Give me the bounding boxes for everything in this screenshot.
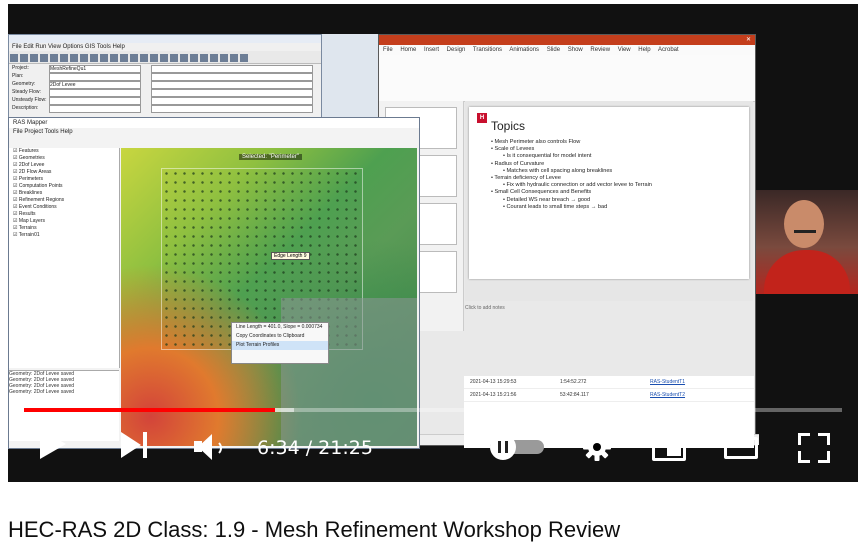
layer-item: ☑ Geometries xyxy=(13,155,45,161)
notes-placeholder: Click to add notes xyxy=(465,305,505,311)
project-field-row: Project: MeshRefineQu1 xyxy=(9,64,321,73)
ras-mapper-window: RAS Mapper File Project Tools Help ☑ Fea… xyxy=(8,117,420,449)
layer-item: ☑ Results xyxy=(13,211,36,217)
project-field-label: Geometry: xyxy=(12,81,36,87)
volume-icon xyxy=(212,440,222,456)
project-field-path xyxy=(151,105,313,113)
played-bar xyxy=(24,408,276,412)
miniplayer-button[interactable] xyxy=(652,435,686,461)
brand-logo-icon: H xyxy=(477,113,487,123)
project-field-row: Steady Flow: xyxy=(9,88,321,97)
progress-bar[interactable] xyxy=(24,408,842,412)
slide-bullet: • Is it consequential for model intent xyxy=(503,153,592,160)
map-tooltip: Edge Length 9 xyxy=(271,252,310,260)
table-cell: 1:54:52.272 xyxy=(560,379,587,385)
table-link: RAS-StudentT2 xyxy=(650,392,686,398)
slide-bullet: • Fix with hydraulic connection or add v… xyxy=(503,182,652,189)
project-field-row: Geometry: 2Dof Levee xyxy=(9,80,321,89)
time-display: 6:34 / 21:25 xyxy=(257,437,373,459)
slide-bullets: • Mesh Perimeter also controls Flow • Sca… xyxy=(491,139,652,211)
hec-ras-project-fields: Project: MeshRefineQu1 Plan: Geometry: 2Dof … xyxy=(9,64,321,113)
slide-stage: H Topics • Mesh Perimeter also controls … xyxy=(465,101,753,301)
slide-bullet: • Scale of Levees xyxy=(491,146,535,153)
close-icon: ✕ xyxy=(745,37,751,43)
video-title[interactable]: HEC-RAS 2D Class: 1.9 - Mesh Refinement … xyxy=(8,517,620,543)
table-link: RAS-StudentT1 xyxy=(650,379,686,385)
theater-mode-button[interactable] xyxy=(724,437,758,459)
settings-button[interactable] xyxy=(582,432,612,462)
context-menu-item: Copy Coordinates to Clipboard xyxy=(236,333,305,339)
next-icon xyxy=(121,432,141,458)
project-field-label: Project: xyxy=(12,65,29,71)
hec-ras-menu: File Edit Run View Options GIS Tools Hel… xyxy=(12,44,125,50)
project-field-label: Description: xyxy=(12,105,39,111)
powerpoint-ribbon-tabs: File Home Insert Design Transitions Anim… xyxy=(379,45,755,55)
layer-item: ☑ Perimeters xyxy=(13,176,44,182)
project-field-row: Description: xyxy=(9,104,321,113)
slide-bullet: • Small Cell Consequences and Benefits xyxy=(491,189,592,196)
table-row: 2021-04-13 15:29:53 1:54:52.272 RAS-Studen… xyxy=(464,376,754,389)
autoplay-toggle[interactable] xyxy=(490,434,544,460)
video-player[interactable]: ✕ File Home Insert Design Transitions An… xyxy=(8,4,858,482)
context-menu-item: Line Length = 401.0, Slope = 0.000734 xyxy=(236,324,323,330)
ras-mapper-menu: File Project Tools Help xyxy=(13,129,73,135)
slide-bullet: • Radius of Curvature xyxy=(491,160,545,167)
table-cell: 2021-04-13 15:29:53 xyxy=(470,379,517,385)
gear-icon xyxy=(583,433,611,461)
project-field-row: Unsteady Flow: xyxy=(9,96,321,105)
refinement-region xyxy=(281,298,417,446)
slide-bullet: • Matches with cell spacing along breakl… xyxy=(503,167,613,174)
project-field-label: Steady Flow: xyxy=(12,89,41,95)
powerpoint-titlebar: ✕ xyxy=(379,35,755,45)
presenter-webcam xyxy=(756,190,858,294)
layer-item: ☑ Breaklines xyxy=(13,190,43,196)
layer-tree: ☑ Features ☑ Geometries ☑ 2Dof Levee ☑ 2D F… xyxy=(9,148,120,368)
hec-ras-titlebar xyxy=(9,35,321,43)
slide: H Topics • Mesh Perimeter also controls … xyxy=(469,107,749,279)
volume-button[interactable] xyxy=(194,433,228,461)
layer-item: ☑ Features xyxy=(13,148,39,154)
hec-ras-toolbar xyxy=(9,51,321,64)
slide-bullet: • Terrain deficiency of Levee xyxy=(491,175,561,182)
selected-feature-label: Selected: "Perimeter" xyxy=(239,154,302,160)
screen-share-desktop: ✕ File Home Insert Design Transitions An… xyxy=(8,34,759,449)
layer-item: ☑ 2D Flow Areas xyxy=(13,169,52,175)
layer-item: ☑ Terrains xyxy=(13,225,37,231)
layer-item: ☑ Computation Points xyxy=(13,183,63,189)
context-menu-item: Plot Terrain Profiles xyxy=(232,341,328,350)
layer-item: ☑ Map Layers xyxy=(13,218,45,224)
table-cell: 2021-04-13 15:21:56 xyxy=(470,392,517,398)
map-context-menu: Line Length = 401.0, Slope = 0.000734 Cop… xyxy=(231,322,329,364)
layer-item: ☑ 2Dof Levee xyxy=(13,162,45,168)
powerpoint-ribbon xyxy=(379,55,755,102)
slide-bullet: • Mesh Perimeter also controls Flow xyxy=(491,139,581,145)
fullscreen-button[interactable] xyxy=(798,433,830,463)
layer-item: ☑ Event Conditions xyxy=(13,204,57,210)
slide-bullet: • Courant leads to small time steps → ba… xyxy=(503,203,608,210)
slide-title: Topics xyxy=(491,119,526,133)
next-button[interactable] xyxy=(121,432,151,460)
table-row: 2021-04-13 15:21:56 53:42:84.117 RAS-Stude… xyxy=(464,389,754,402)
terrain-map: Selected: "Perimeter" Edge Length 9 Line… xyxy=(121,148,417,446)
log-line: Geometry: 2Dof Levee saved xyxy=(9,389,75,395)
project-field-label: Unsteady Flow: xyxy=(12,97,47,103)
project-field-label: Plan: xyxy=(12,73,24,79)
theater-icon xyxy=(724,437,758,459)
table-cell: 53:42:84.117 xyxy=(560,392,589,398)
play-button[interactable] xyxy=(40,429,66,459)
pause-icon xyxy=(490,434,516,460)
project-field-row: Plan: xyxy=(9,72,321,81)
ras-mapper-title: RAS Mapper xyxy=(9,118,419,128)
layer-item: ☑ Terrain01 xyxy=(13,232,40,238)
layer-item: ☑ Refinement Regions xyxy=(13,197,65,203)
project-field-value xyxy=(49,105,141,113)
slide-bullet: • Detailed WS near breach → good xyxy=(503,196,591,203)
